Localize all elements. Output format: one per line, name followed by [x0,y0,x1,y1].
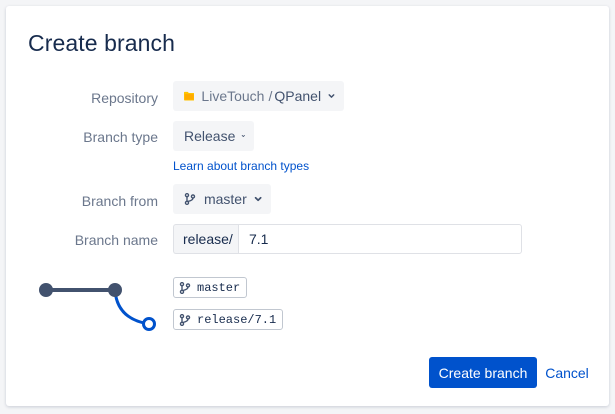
branch-type-dropdown[interactable]: Release [173,121,254,151]
branch-name-prefix: release/ [173,224,239,254]
branch-icon [184,192,196,206]
repository-project: LiveTouch [201,88,265,104]
repository-separator: / [268,88,273,104]
branch-icon [179,313,191,326]
repository-dropdown[interactable]: LiveTouch / QPanel [173,81,344,111]
chevron-down-icon [328,94,335,98]
branch-graph-illustration [39,283,156,331]
source-branch-name: master [197,280,241,295]
branch-from-dropdown[interactable]: master [173,184,271,214]
branch-from-label: Branch from [81,193,158,209]
branch-type-label: Branch type [83,129,158,145]
branch-icon [179,281,191,294]
chevron-down-icon [254,196,262,202]
chevron-down-icon [242,135,246,137]
branch-name-input[interactable] [238,224,522,254]
branch-from-value: master [203,191,247,207]
repository-name: QPanel [274,88,322,104]
dialog-title: Create branch [28,30,176,56]
new-branch-node [142,317,156,331]
cancel-button[interactable]: Cancel [540,357,594,388]
create-branch-button[interactable]: Create branch [429,357,537,388]
branch-type-value: Release [184,128,236,144]
new-branch-name: release/7.1 [197,312,277,327]
new-branch-line [113,289,150,326]
create-branch-dialog: Create branch Repository LiveTouch / QPa… [6,6,609,406]
branch-types-help-link[interactable]: Learn about branch types [173,159,309,173]
source-start-node [39,283,53,297]
source-branch-chip: master [173,277,248,298]
repository-label: Repository [91,90,158,106]
source-head-node [108,283,122,297]
branch-name-label: Branch name [74,232,158,248]
new-branch-chip: release/7.1 [173,309,284,330]
folder-icon [184,91,195,101]
